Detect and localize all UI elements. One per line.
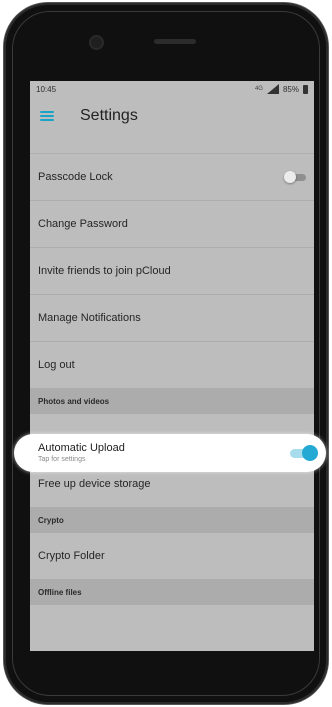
status-indicators: 4G 85%	[255, 84, 308, 94]
earpiece-speaker	[154, 39, 196, 44]
section-header-photos-videos: Photos and videos	[30, 389, 314, 414]
phone-frame: 10:45 4G 85% Settings Passcode Lock Chan…	[4, 3, 328, 704]
setting-label: Passcode Lock	[38, 171, 113, 183]
setting-log-out[interactable]: Log out	[30, 342, 314, 389]
network-type: 4G	[254, 86, 263, 92]
setting-crypto-folder[interactable]: Crypto Folder	[30, 533, 314, 580]
settings-list: Passcode Lock Change Password Invite fri…	[30, 135, 314, 605]
section-header-offline-files: Offline files	[30, 580, 314, 605]
section-header-crypto: Crypto	[30, 508, 314, 533]
passcode-lock-toggle[interactable]	[284, 171, 306, 183]
list-item-partial	[30, 135, 314, 154]
app-bar: Settings	[30, 97, 314, 135]
status-time: 10:45	[36, 84, 57, 94]
hamburger-menu-icon[interactable]	[40, 111, 54, 121]
setting-label: Manage Notifications	[38, 312, 141, 324]
battery-icon	[303, 84, 308, 94]
setting-change-password[interactable]: Change Password	[30, 201, 314, 248]
setting-passcode-lock[interactable]: Passcode Lock	[30, 154, 314, 201]
setting-label: Free up device storage	[38, 478, 151, 490]
automatic-upload-text: Automatic Upload Tap for settings	[38, 442, 125, 464]
front-camera	[91, 37, 102, 48]
screen: 10:45 4G 85% Settings Passcode Lock Chan…	[30, 81, 314, 651]
status-bar: 10:45 4G 85%	[30, 81, 314, 97]
setting-automatic-upload[interactable]: Automatic Upload Tap for settings	[14, 434, 326, 472]
setting-label: Invite friends to join pCloud	[38, 265, 171, 277]
page-title: Settings	[80, 107, 138, 124]
setting-label: Crypto Folder	[38, 550, 105, 562]
automatic-upload-toggle[interactable]	[290, 445, 318, 461]
battery-percent: 85%	[282, 84, 299, 94]
automatic-upload-subtitle: Tap for settings	[38, 456, 86, 463]
setting-manage-notifications[interactable]: Manage Notifications	[30, 295, 314, 342]
setting-label: Log out	[38, 359, 75, 371]
signal-icon	[266, 84, 279, 94]
setting-label: Change Password	[38, 218, 128, 230]
automatic-upload-title: Automatic Upload	[38, 442, 125, 454]
setting-invite-friends[interactable]: Invite friends to join pCloud	[30, 248, 314, 295]
